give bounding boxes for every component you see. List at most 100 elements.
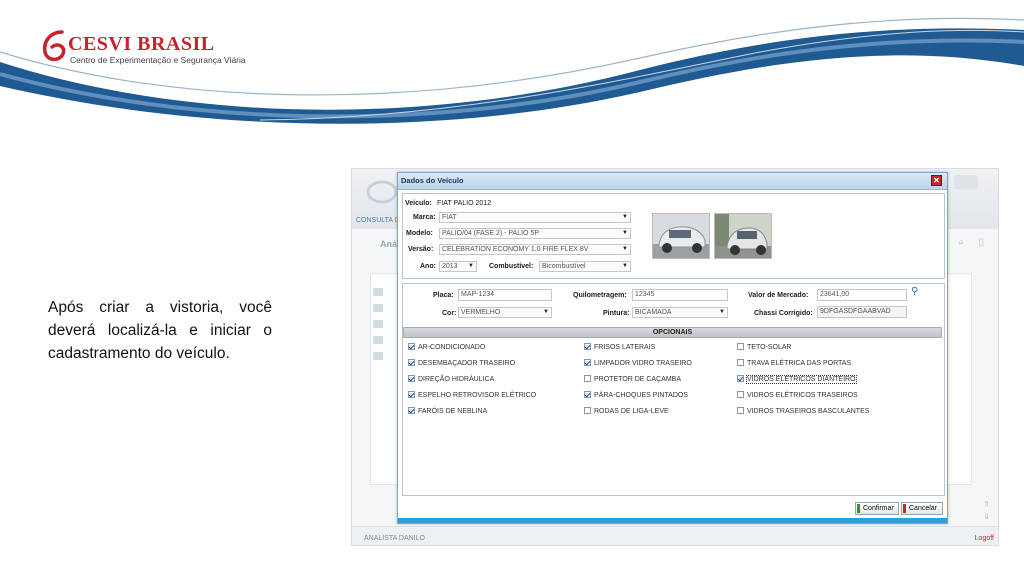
opcionais-header: OPCIONAIS	[403, 327, 942, 338]
app-logo-icon	[366, 180, 398, 204]
checkbox-checked-icon[interactable]	[408, 407, 415, 414]
opcional-label: DIREÇÃO HIDRÁULICA	[418, 376, 495, 383]
chevron-down-icon: ▼	[622, 263, 628, 269]
checkbox-unchecked-icon[interactable]	[737, 407, 744, 414]
versao-label: Versão:	[408, 246, 434, 253]
app-scroll-down-icon[interactable]: ⇓	[983, 512, 990, 521]
logo-brand: CESVI BRASIL	[68, 33, 215, 55]
opcional-checkbox[interactable]: ESPELHO RETROVISOR ELÉTRICO	[408, 391, 536, 401]
chassi-corrigido-input-value: 9DFGASDFGAABVAD	[820, 308, 891, 315]
vehicle-photo-front[interactable]	[652, 213, 710, 259]
veiculo-label: Veículo:	[405, 200, 432, 207]
opcional-checkbox[interactable]: RODAS DE LIGA-LEVE	[584, 407, 669, 417]
chassi-corrigido-input[interactable]: 9DFGASDFGAABVAD	[817, 306, 907, 318]
cor-label: Cor:	[442, 310, 457, 317]
opcional-label: VIDROS TRASEIROS BASCULANTES	[747, 408, 870, 415]
cancel-button[interactable]: Cancelar	[901, 502, 943, 515]
opcional-label: PROTETOR DE CAÇAMBA	[594, 376, 681, 383]
opcional-checkbox[interactable]: VIDROS ELÉTRICOS DIANTEIRO	[737, 375, 857, 385]
placa-input[interactable]: MAP-1234	[458, 289, 552, 301]
cesvi-swirl-icon	[42, 30, 66, 62]
opcional-label: VIDROS ELÉTRICOS TRASEIROS	[747, 392, 858, 399]
opcional-label: TRAVA ELÉTRICA DAS PORTAS	[747, 360, 852, 367]
quilometragem-input[interactable]: 12345	[632, 289, 728, 301]
app-document-icon[interactable]: ▯	[978, 237, 984, 248]
ano-select[interactable]: 2013 ▼	[439, 261, 477, 272]
valor-mercado-input-value: 23641,00	[820, 291, 850, 298]
app-row-icon[interactable]	[373, 352, 383, 360]
vehicle-details-panel: Placa: MAP-1234 Quilometragem: 12345 Val…	[402, 283, 945, 496]
cancel-button-label: Cancelar	[909, 505, 938, 512]
quilometragem-label: Quilometragem:	[573, 292, 627, 299]
confirm-button-label: Confirmar	[863, 505, 894, 512]
app-row-icon[interactable]	[373, 320, 383, 328]
app-scroll-up-icon[interactable]: ⇑	[983, 500, 990, 509]
quilometragem-input-value: 12345	[635, 291, 655, 298]
checkbox-checked-icon[interactable]	[408, 343, 415, 350]
ano-label: Ano:	[420, 263, 436, 270]
opcional-label: ESPELHO RETROVISOR ELÉTRICO	[418, 392, 537, 399]
ano-select-value: 2013	[442, 263, 458, 270]
car-photo-icon	[653, 214, 709, 258]
opcional-checkbox[interactable]: FRISOS LATERAIS	[584, 343, 655, 353]
opcional-checkbox[interactable]: VIDROS TRASEIROS BASCULANTES	[737, 407, 869, 417]
app-search-icon[interactable]: ⌕	[958, 237, 964, 248]
valor-mercado-input[interactable]: 23641,00	[817, 289, 907, 301]
opcional-checkbox[interactable]: TETO-SOLAR	[737, 343, 792, 353]
opcional-checkbox[interactable]: DESEMBAÇADOR TRASEIRO	[408, 359, 515, 369]
pintura-select-value: BICAMADA	[635, 309, 672, 316]
marca-select-value: FIAT	[442, 214, 457, 221]
opcional-checkbox[interactable]: VIDROS ELÉTRICOS TRASEIROS	[737, 391, 858, 401]
veiculo-value: FIAT PALIO 2012	[437, 200, 492, 207]
opcional-label: TETO-SOLAR	[747, 344, 792, 351]
opcional-checkbox[interactable]: FARÓIS DE NEBLINA	[408, 407, 487, 417]
versao-select-value: CELEBRATION ECONOMY 1.0 FIRE FLEX 8V	[442, 246, 589, 253]
app-logoff-link[interactable]: Logoff	[975, 535, 994, 542]
vehicle-data-dialog: Dados do Veículo ✕ Veículo: FIAT PALIO 2…	[397, 172, 948, 524]
valor-mercado-label: Valor de Mercado:	[748, 292, 809, 299]
confirm-button[interactable]: Confirmar	[855, 502, 899, 515]
checkbox-checked-icon[interactable]	[584, 391, 591, 398]
checkbox-unchecked-icon[interactable]	[737, 343, 744, 350]
checkbox-checked-icon[interactable]	[408, 391, 415, 398]
combustivel-select[interactable]: Bicombustível ▼	[539, 261, 631, 272]
checkbox-unchecked-icon[interactable]	[737, 391, 744, 398]
checkbox-unchecked-icon[interactable]	[584, 375, 591, 382]
checkbox-checked-icon[interactable]	[584, 343, 591, 350]
dialog-title: Dados do Veículo	[401, 176, 464, 185]
cancel-status-icon	[903, 504, 906, 513]
modelo-label: Modelo:	[406, 230, 433, 237]
checkbox-checked-icon[interactable]	[737, 375, 744, 382]
confirm-status-icon	[857, 504, 860, 513]
search-icon[interactable]: ⚲	[911, 286, 918, 297]
modelo-select[interactable]: PALIO/04 (FASE 2) - PALIO 5P ▼	[439, 228, 631, 239]
placa-label: Placa:	[433, 292, 454, 299]
checkbox-checked-icon[interactable]	[584, 359, 591, 366]
chevron-down-icon: ▼	[543, 309, 549, 315]
close-icon[interactable]: ✕	[931, 175, 942, 186]
versao-select[interactable]: CELEBRATION ECONOMY 1.0 FIRE FLEX 8V ▼	[439, 244, 631, 255]
opcional-checkbox[interactable]: DIREÇÃO HIDRÁULICA	[408, 375, 494, 385]
pintura-select[interactable]: BICAMADA ▼	[632, 307, 728, 318]
dialog-titlebar[interactable]: Dados do Veículo ✕	[398, 173, 947, 190]
checkbox-unchecked-icon[interactable]	[737, 359, 744, 366]
opcional-checkbox[interactable]: PROTETOR DE CAÇAMBA	[584, 375, 681, 385]
app-ghost-tab[interactable]	[954, 175, 978, 189]
header-swoosh	[0, 17, 1024, 124]
marca-select[interactable]: FIAT ▼	[439, 212, 631, 223]
checkbox-checked-icon[interactable]	[408, 375, 415, 382]
opcional-checkbox[interactable]: PÁRA-CHOQUES PINTADOS	[584, 391, 688, 401]
opcional-checkbox[interactable]: AR-CONDICIONADO	[408, 343, 485, 353]
app-row-icon[interactable]	[373, 336, 383, 344]
checkbox-unchecked-icon[interactable]	[584, 407, 591, 414]
opcional-checkbox[interactable]: LIMPADOR VIDRO TRASEIRO	[584, 359, 692, 369]
app-row-icon[interactable]	[373, 288, 383, 296]
chevron-down-icon: ▼	[468, 263, 474, 269]
opcional-checkbox[interactable]: TRAVA ELÉTRICA DAS PORTAS	[737, 359, 851, 369]
dialog-accent-bar	[398, 518, 947, 523]
checkbox-checked-icon[interactable]	[408, 359, 415, 366]
vehicle-photo-rear[interactable]	[714, 213, 772, 259]
combustivel-label: Combustível:	[489, 263, 534, 270]
cor-select[interactable]: VERMELHO ▼	[458, 307, 552, 318]
app-row-icon[interactable]	[373, 304, 383, 312]
